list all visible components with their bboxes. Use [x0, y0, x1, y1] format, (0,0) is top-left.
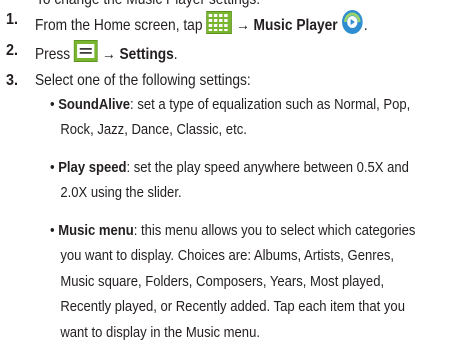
intro-text: To change the Music Player settings: — [36, 0, 260, 8]
step-suffix: . — [173, 46, 178, 64]
instruction-page: To change the Music Player settings: 1. … — [0, 0, 471, 364]
bullet-soundalive: • SoundAlive: set a type of equalization… — [50, 92, 463, 143]
settings-label: Settings — [119, 46, 174, 64]
bullet-first-line: • SoundAlive: set a type of equalization… — [50, 92, 463, 117]
setting-name: Play speed — [58, 159, 127, 176]
setting-desc-line: 2.0X using the slider. — [60, 184, 182, 202]
setting-desc-line: Music square, Folders, Composers, Years,… — [60, 272, 385, 290]
step-text: From the Home screen, tap → Music Player… — [35, 9, 368, 41]
setting-desc-line: want to display in the Music menu. — [60, 323, 260, 341]
step-prefix: Press — [35, 46, 71, 64]
setting-desc-line: Rock, Jazz, Dance, Classic, etc. — [60, 121, 247, 139]
setting-name: SoundAlive — [58, 96, 131, 113]
step-suffix: . — [363, 17, 368, 35]
setting-name: Music menu — [58, 222, 134, 239]
step-number: 2. — [6, 42, 19, 59]
setting-desc-line: : set a type of equalization such as Nor… — [130, 96, 411, 113]
music-player-label: Music Player — [253, 17, 338, 35]
music-player-icon — [341, 9, 363, 39]
step-number: 1. — [6, 11, 19, 28]
bullet-dot: • — [50, 222, 59, 239]
bullet-play-speed: • Play speed: set the play speed anywher… — [50, 155, 463, 206]
menu-key-icon — [74, 40, 99, 66]
step-number: 3. — [6, 72, 19, 89]
step-text: Press → Settings. — [35, 40, 178, 68]
bullet-first-line: • Music menu: this menu allows you to se… — [50, 218, 463, 243]
arrow: → — [235, 17, 250, 35]
arrow: → — [101, 46, 116, 64]
bullet-music-menu: • Music menu: this menu allows you to se… — [50, 218, 463, 345]
bullet-first-line: • Play speed: set the play speed anywher… — [50, 155, 463, 180]
step-prefix: From the Home screen, tap — [35, 17, 203, 35]
step-text: Select one of the following settings: — [35, 72, 251, 89]
apps-grid-icon — [206, 10, 233, 38]
setting-desc-line: : this menu allows you to select which c… — [133, 222, 416, 239]
setting-desc-line: Recently played, or Recently added. Tap … — [60, 298, 405, 316]
setting-desc-line: : set the play speed anywhere between 0.… — [126, 159, 409, 176]
setting-desc-line: you want to display. Choices are: Albums… — [60, 247, 395, 265]
bullet-dot: • — [50, 96, 59, 113]
bullet-dot: • — [50, 159, 59, 176]
